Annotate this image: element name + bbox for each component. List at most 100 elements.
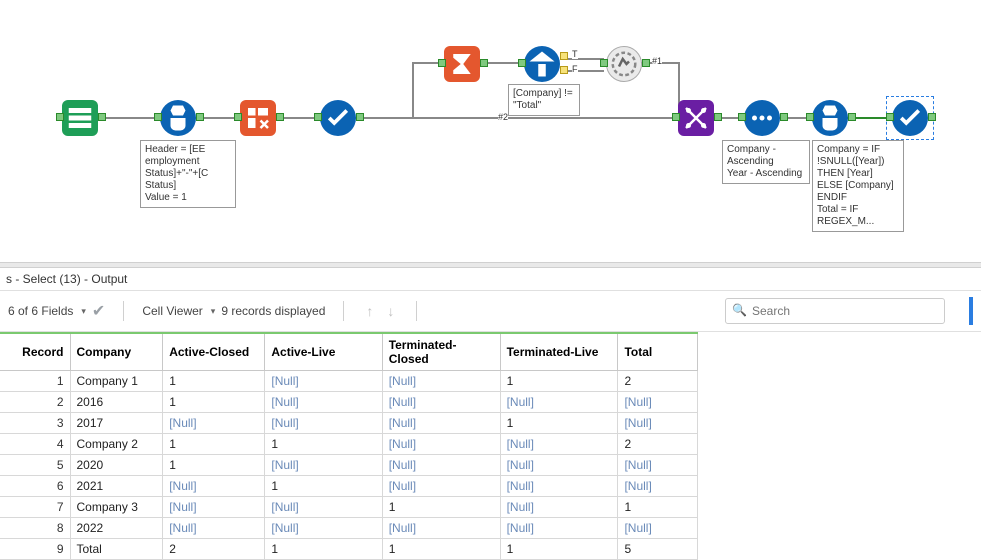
cell[interactable]: [Null] bbox=[618, 455, 698, 476]
output-anchor[interactable] bbox=[196, 113, 204, 121]
sort-tool[interactable] bbox=[744, 100, 780, 136]
cell[interactable]: [Null] bbox=[163, 476, 265, 497]
cell[interactable]: 1 bbox=[265, 476, 382, 497]
input-anchor[interactable] bbox=[56, 113, 64, 121]
table-row[interactable]: 220161[Null][Null][Null][Null] bbox=[0, 392, 698, 413]
cell[interactable]: [Null] bbox=[500, 392, 618, 413]
crosstab-tool[interactable] bbox=[240, 100, 276, 136]
cell[interactable]: [Null] bbox=[382, 392, 500, 413]
union-tool[interactable] bbox=[678, 100, 714, 136]
output-anchor[interactable] bbox=[98, 113, 106, 121]
cell[interactable]: [Null] bbox=[500, 476, 618, 497]
col-active-closed[interactable]: Active-Closed bbox=[163, 333, 265, 371]
output-anchor[interactable] bbox=[480, 59, 488, 67]
col-total[interactable]: Total bbox=[618, 333, 698, 371]
cell[interactable]: Company 3 bbox=[70, 497, 163, 518]
formula-tool-1[interactable] bbox=[160, 100, 196, 136]
cell[interactable]: 1 bbox=[265, 434, 382, 455]
cell[interactable]: 2 bbox=[618, 371, 698, 392]
cell[interactable]: [Null] bbox=[382, 413, 500, 434]
output-anchor[interactable] bbox=[642, 59, 650, 67]
cell[interactable]: [Null] bbox=[382, 371, 500, 392]
cell[interactable]: 2022 bbox=[70, 518, 163, 539]
cell[interactable]: 5 bbox=[618, 539, 698, 560]
search-input[interactable] bbox=[725, 298, 945, 324]
cell[interactable]: [Null] bbox=[618, 518, 698, 539]
cell[interactable]: [Null] bbox=[163, 413, 265, 434]
cell[interactable]: 2020 bbox=[70, 455, 163, 476]
false-anchor[interactable] bbox=[560, 66, 568, 74]
cell[interactable]: Company 1 bbox=[70, 371, 163, 392]
cell[interactable]: 1 bbox=[382, 539, 500, 560]
input-anchor[interactable] bbox=[600, 59, 608, 67]
cell[interactable]: [Null] bbox=[382, 518, 500, 539]
cell[interactable]: 1 bbox=[163, 455, 265, 476]
input-anchor[interactable] bbox=[314, 113, 322, 121]
cellviewer-dropdown[interactable]: ▾ bbox=[211, 306, 216, 317]
table-row[interactable]: 9Total21115 bbox=[0, 539, 698, 560]
formula-tool-2[interactable] bbox=[812, 100, 848, 136]
row-number[interactable]: 1 bbox=[0, 371, 70, 392]
row-number[interactable]: 7 bbox=[0, 497, 70, 518]
input-anchor[interactable] bbox=[518, 59, 526, 67]
output-anchor[interactable] bbox=[848, 113, 856, 121]
output-anchor[interactable] bbox=[356, 113, 364, 121]
cell[interactable]: 1 bbox=[163, 392, 265, 413]
table-row[interactable]: 7Company 3[Null][Null]1[Null]1 bbox=[0, 497, 698, 518]
output-anchor[interactable] bbox=[276, 113, 284, 121]
cell[interactable]: 1 bbox=[163, 371, 265, 392]
filter-tool[interactable] bbox=[524, 46, 560, 82]
output-anchor[interactable] bbox=[928, 113, 936, 121]
col-terminated-closed[interactable]: Terminated-Closed bbox=[382, 333, 500, 371]
cell[interactable]: 1 bbox=[500, 371, 618, 392]
table-row[interactable]: 4Company 211[Null][Null]2 bbox=[0, 434, 698, 455]
row-number[interactable]: 8 bbox=[0, 518, 70, 539]
input-anchor[interactable] bbox=[154, 113, 162, 121]
cell[interactable]: 2 bbox=[618, 434, 698, 455]
true-anchor[interactable] bbox=[560, 52, 568, 60]
cell[interactable]: 2021 bbox=[70, 476, 163, 497]
workflow-canvas[interactable]: T F #1 #2 Header = [EE employment Status… bbox=[0, 0, 981, 262]
next-record-button[interactable]: ↓ bbox=[383, 303, 398, 319]
input-anchor[interactable] bbox=[672, 113, 680, 121]
cell[interactable]: [Null] bbox=[382, 476, 500, 497]
cell[interactable]: 1 bbox=[500, 413, 618, 434]
col-terminated-live[interactable]: Terminated-Live bbox=[500, 333, 618, 371]
summarize-tool[interactable] bbox=[444, 46, 480, 82]
cell[interactable]: [Null] bbox=[265, 392, 382, 413]
col-record[interactable]: Record bbox=[0, 333, 70, 371]
fields-dropdown[interactable]: ▾ bbox=[81, 306, 86, 317]
cell[interactable]: 1 bbox=[382, 497, 500, 518]
table-row[interactable]: 32017[Null][Null][Null]1[Null] bbox=[0, 413, 698, 434]
row-number[interactable]: 5 bbox=[0, 455, 70, 476]
cell[interactable]: 1 bbox=[163, 434, 265, 455]
cell[interactable]: [Null] bbox=[618, 392, 698, 413]
cell[interactable]: [Null] bbox=[382, 434, 500, 455]
cell[interactable]: [Null] bbox=[382, 455, 500, 476]
cell[interactable]: [Null] bbox=[265, 497, 382, 518]
input-anchor[interactable] bbox=[806, 113, 814, 121]
input-anchor[interactable] bbox=[438, 59, 446, 67]
row-number[interactable]: 6 bbox=[0, 476, 70, 497]
input-anchor[interactable] bbox=[886, 113, 894, 121]
cell[interactable]: Total bbox=[70, 539, 163, 560]
select-tool-2[interactable] bbox=[892, 100, 928, 136]
row-number[interactable]: 9 bbox=[0, 539, 70, 560]
cell[interactable]: [Null] bbox=[500, 455, 618, 476]
cell[interactable]: 2016 bbox=[70, 392, 163, 413]
col-company[interactable]: Company bbox=[70, 333, 163, 371]
cell[interactable]: 2017 bbox=[70, 413, 163, 434]
cell[interactable]: [Null] bbox=[500, 434, 618, 455]
row-number[interactable]: 3 bbox=[0, 413, 70, 434]
cell[interactable]: [Null] bbox=[618, 413, 698, 434]
cell[interactable]: Company 2 bbox=[70, 434, 163, 455]
cell[interactable]: [Null] bbox=[265, 455, 382, 476]
cell[interactable]: [Null] bbox=[500, 518, 618, 539]
output-anchor[interactable] bbox=[780, 113, 788, 121]
table-row[interactable]: 62021[Null]1[Null][Null][Null] bbox=[0, 476, 698, 497]
row-number[interactable]: 4 bbox=[0, 434, 70, 455]
input-anchor[interactable] bbox=[234, 113, 242, 121]
cell[interactable]: [Null] bbox=[265, 413, 382, 434]
cell[interactable]: [Null] bbox=[265, 371, 382, 392]
col-active-live[interactable]: Active-Live bbox=[265, 333, 382, 371]
